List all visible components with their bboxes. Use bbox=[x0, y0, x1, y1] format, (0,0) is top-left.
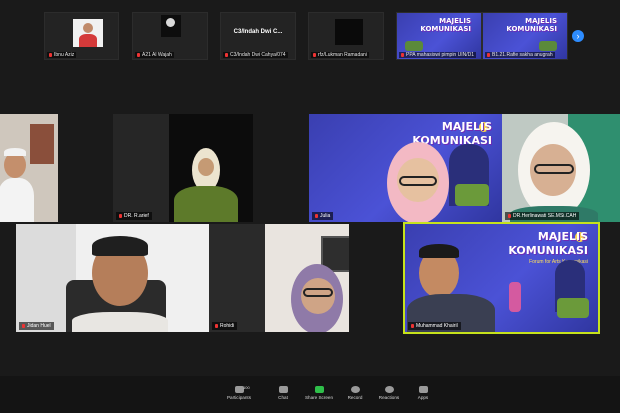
mic-muted-icon bbox=[225, 52, 228, 57]
apps-button[interactable]: Apps bbox=[406, 386, 440, 400]
thumbnail-tile[interactable]: Ibnu Aziz bbox=[44, 12, 119, 60]
mic-muted-icon bbox=[411, 323, 414, 328]
vendor-cart bbox=[455, 184, 489, 206]
thumbnail-tile[interactable]: MAJELIS KOMUNIKASI B1.21.Rafie sakha anu… bbox=[482, 12, 568, 60]
share-screen-icon bbox=[314, 386, 324, 393]
meeting-toolbar: 100 Participants Chat Share Screen Recor… bbox=[0, 376, 620, 413]
participant-name: Muhammad Khairil bbox=[408, 322, 461, 330]
participant-hair bbox=[419, 244, 459, 258]
active-speaker-tile[interactable]: MAJELIS KOMUNIKASI Forum for Arts Komuni… bbox=[403, 222, 600, 334]
mic-muted-icon bbox=[313, 52, 316, 57]
glasses bbox=[399, 176, 437, 186]
participant-body bbox=[0, 178, 34, 222]
mic-muted-icon bbox=[137, 52, 140, 57]
video-tile[interactable]: DR.Herlinawati SE.MSi.CAH bbox=[502, 114, 620, 222]
next-page-button[interactable]: › bbox=[572, 30, 584, 42]
participant-name: DR.Herlinawati SE.MSi.CAH bbox=[505, 212, 580, 220]
video-tile[interactable]: DR. R.arief bbox=[113, 114, 253, 222]
record-button[interactable]: Record bbox=[338, 386, 372, 400]
chat-icon bbox=[278, 386, 288, 393]
chevron-right-icon: › bbox=[576, 31, 580, 41]
chat-button[interactable]: Chat bbox=[266, 386, 300, 400]
participant-name: A21 Al Wajah bbox=[135, 52, 174, 58]
video-frame bbox=[335, 19, 363, 45]
participant-name: PPA mahasiswi pimpin UIN/D1 bbox=[399, 52, 476, 58]
background-wall bbox=[30, 124, 54, 164]
vendor-cart bbox=[557, 298, 589, 318]
video-tile[interactable]: MAJELIS KOMUNIKASI Julia bbox=[309, 114, 502, 222]
participant-name: Rohidi bbox=[212, 322, 238, 330]
participant-hair bbox=[92, 236, 148, 256]
participants-button[interactable]: 100 Participants bbox=[222, 385, 256, 400]
thumbnail-tile[interactable]: MAJELIS KOMUNIKASI PPA mahasiswi pimpin … bbox=[396, 12, 482, 60]
glasses bbox=[303, 288, 333, 297]
reactions-icon bbox=[384, 386, 394, 393]
participant-name: DR. R.arief bbox=[116, 212, 152, 220]
participant-name: Ibnu Aziz bbox=[47, 52, 77, 58]
participant-name: Julia bbox=[312, 212, 334, 220]
participant-cap bbox=[4, 148, 26, 156]
mic-muted-icon bbox=[49, 52, 52, 57]
dancer-figure bbox=[509, 282, 521, 312]
participant-face bbox=[198, 158, 214, 176]
center-title: C3/Indah Dwi C... bbox=[233, 29, 283, 35]
participant-body bbox=[72, 312, 168, 332]
thumbnail-tile[interactable]: A21 Al Wajah bbox=[132, 12, 208, 60]
participant-name: Jidan Huel bbox=[19, 322, 54, 330]
glasses bbox=[534, 164, 574, 174]
participant-name: C3/Indah Dwi Cahya/074 bbox=[223, 52, 288, 58]
participant-strip: Ibnu Aziz A21 Al Wajah C3/Indah Dwi C...… bbox=[44, 12, 576, 60]
mic-muted-icon bbox=[22, 323, 25, 328]
mic-muted-icon bbox=[487, 52, 490, 57]
thumbnail-tile[interactable]: rfz/Lukman Ramadani bbox=[308, 12, 384, 60]
thumbnail-tile[interactable]: C3/Indah Dwi C... C3/Indah Dwi Cahya/074 bbox=[220, 12, 296, 60]
participant-count: 100 bbox=[243, 385, 250, 390]
video-tile[interactable]: Jidan Huel bbox=[16, 224, 209, 332]
reactions-button[interactable]: Reactions bbox=[372, 386, 406, 400]
mic-muted-icon bbox=[508, 213, 511, 218]
participant-name: rfz/Lukman Ramadani bbox=[311, 52, 369, 58]
mic-muted-icon bbox=[315, 213, 318, 218]
mic-muted-icon bbox=[119, 213, 122, 218]
mic-muted-icon bbox=[215, 323, 218, 328]
video-tile[interactable]: Rohidi bbox=[209, 224, 349, 332]
mic-muted-icon bbox=[401, 52, 404, 57]
video-frame bbox=[161, 15, 181, 37]
record-icon bbox=[350, 386, 360, 393]
participant-body bbox=[174, 186, 238, 222]
apps-icon bbox=[418, 386, 428, 393]
participant-name: B1.21.Rafie sakha anugrah bbox=[485, 52, 555, 58]
share-screen-button[interactable]: Share Screen bbox=[302, 386, 336, 400]
video-frame bbox=[73, 19, 103, 47]
video-tile[interactable] bbox=[0, 114, 58, 222]
